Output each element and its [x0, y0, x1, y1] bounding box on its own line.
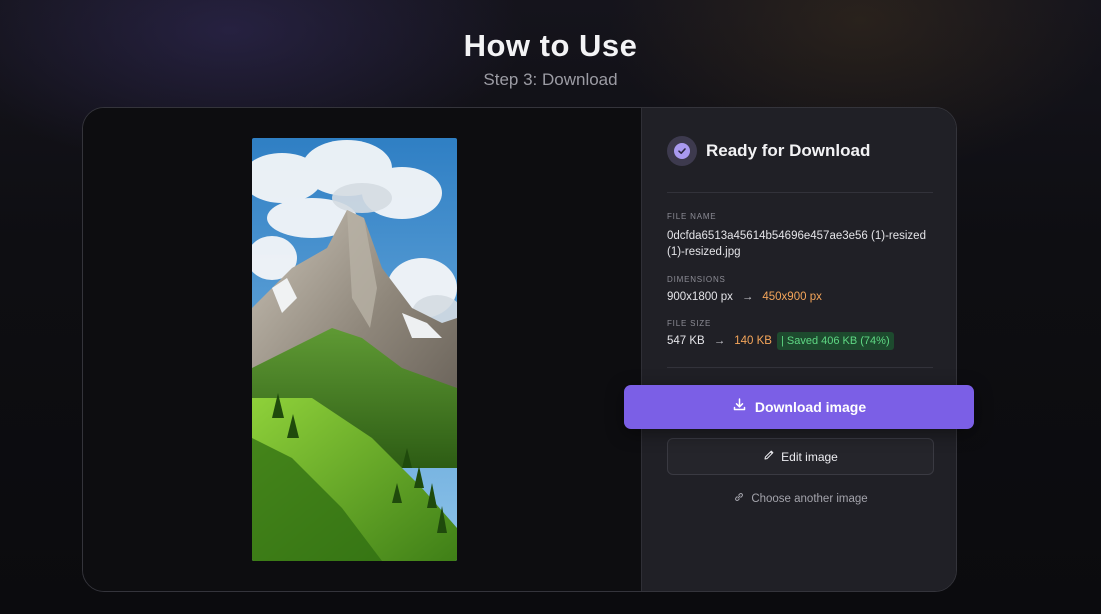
- check-badge: [667, 136, 697, 166]
- file-name-label: FILE NAME: [667, 212, 717, 221]
- dimensions-new: 450x900 px: [762, 291, 822, 303]
- result-card: Ready for Download FILE NAME 0dcfda6513a…: [82, 107, 957, 592]
- saved-badge: | Saved 406 KB (74%): [776, 332, 894, 350]
- edit-image-label: Edit image: [781, 449, 838, 464]
- arrow-icon: →: [741, 291, 754, 303]
- link-icon: [733, 490, 745, 508]
- size-original: 547 KB: [667, 335, 705, 347]
- download-image-button[interactable]: Download image: [624, 385, 974, 429]
- edit-image-button[interactable]: Edit image: [667, 438, 934, 475]
- arrow-icon: →: [713, 335, 726, 347]
- dimensions-label: DIMENSIONS: [667, 275, 726, 284]
- page-header: How to Use Step 3: Download: [0, 28, 1101, 90]
- file-size-label: FILE SIZE: [667, 319, 712, 328]
- page-title: How to Use: [463, 28, 638, 63]
- size-new: 140 KB: [734, 335, 772, 347]
- file-size-row: 547 KB → 140 KB | Saved 406 KB (74%): [667, 332, 894, 350]
- choose-another-image-label: Choose another image: [751, 493, 868, 505]
- choose-another-image-link[interactable]: Choose another image: [667, 491, 934, 507]
- divider: [667, 192, 933, 193]
- image-preview-area: [83, 108, 641, 591]
- pencil-icon: [763, 448, 775, 466]
- status-row: Ready for Download: [667, 136, 870, 166]
- download-panel: Ready for Download FILE NAME 0dcfda6513a…: [641, 108, 956, 591]
- download-icon: [732, 397, 747, 417]
- dimensions-row: 900x1800 px → 450x900 px: [667, 289, 822, 305]
- check-icon: [674, 143, 690, 159]
- download-image-label: Download image: [754, 399, 867, 415]
- step-subtitle: Step 3: Download: [483, 70, 618, 89]
- divider: [667, 367, 933, 368]
- status-title: Ready for Download: [706, 141, 871, 160]
- dimensions-original: 900x1800 px: [667, 291, 733, 303]
- file-name-value: 0dcfda6513a45614b54696e457ae3e56 (1)-res…: [667, 230, 926, 258]
- preview-image: [252, 138, 457, 561]
